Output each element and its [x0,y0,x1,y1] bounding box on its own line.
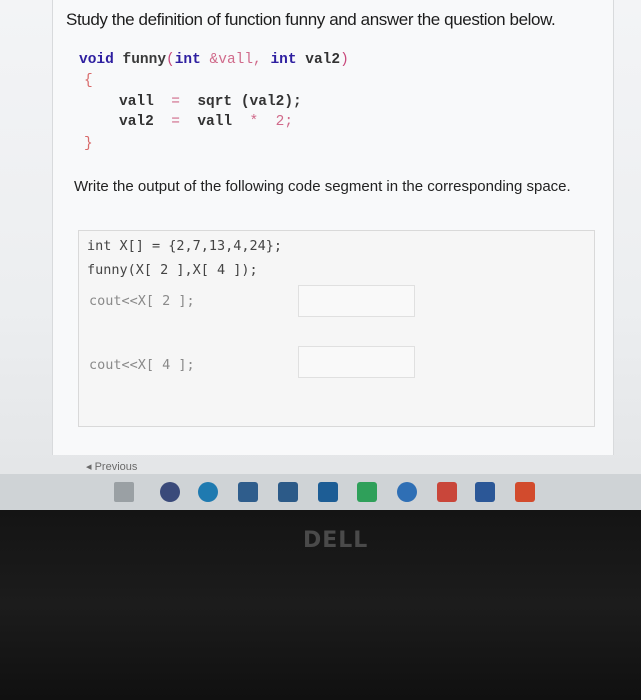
code-close-brace: } [84,136,93,152]
previous-arrow-icon: ◂ [86,461,92,473]
mail-icon[interactable] [318,482,338,502]
code-paren-open: ( [166,52,175,68]
acrobat-icon[interactable] [437,482,457,502]
code-tail: 2; [275,114,294,130]
previous-link[interactable]: ◂ Previous [86,460,137,473]
task-view-icon[interactable] [114,482,134,502]
code-keyword-int-2: int [270,52,297,68]
code-line-signature: void funny(int &vall, int val2) [79,52,349,68]
screen: Study the definition of function funny a… [0,0,641,510]
segment-line-1: int X[] = {2,7,13,4,24}; [87,238,283,254]
segment-line-3: cout<<X[ 2 ]; [89,293,195,309]
segment-line-4: cout<<X[ 4 ]; [89,357,195,373]
code-line-assign-1: vall = sqrt (val2); [119,94,302,110]
code-param-2: val2 [305,52,341,68]
question-title: Study the definition of function funny a… [66,10,556,29]
code-sqrt-args: (val2); [240,94,302,110]
prompt-text: Write the output of the following code s… [74,178,571,195]
code-var-vall: vall [119,94,154,110]
code-keyword-int-1: int [174,52,201,68]
word-icon[interactable] [475,482,495,502]
answer-input-1[interactable] [298,285,415,317]
chevron-app-icon[interactable] [357,482,377,502]
answer-input-2[interactable] [298,346,415,378]
previous-label: Previous [94,461,138,473]
answer-area [78,230,595,427]
segment-line-2: funny(X[ 2 ],X[ 4 ]); [87,262,258,278]
code-equals: = [171,94,180,110]
code-sqrt: sqrt [197,94,233,110]
chrome-icon[interactable] [397,482,417,502]
code-paren-close: ) [340,52,349,68]
code-multiply: * [249,114,259,130]
code-line-assign-2: val2 = vall * 2; [119,114,293,130]
code-keyword-void: void [79,52,114,68]
code-equals: = [171,114,180,130]
code-var-val2: val2 [119,114,154,130]
code-function-name: funny [122,52,167,68]
firefox-icon[interactable] [160,482,180,502]
code-param-1: &vall, [209,52,262,68]
code-var-vall-2: vall [197,114,233,130]
edge-icon[interactable] [198,482,218,502]
monitor-brand-logo: DELL [303,528,369,553]
office-icon[interactable] [515,482,535,502]
explorer-icon[interactable] [238,482,258,502]
code-open-brace: { [84,73,93,89]
store-icon[interactable] [278,482,298,502]
